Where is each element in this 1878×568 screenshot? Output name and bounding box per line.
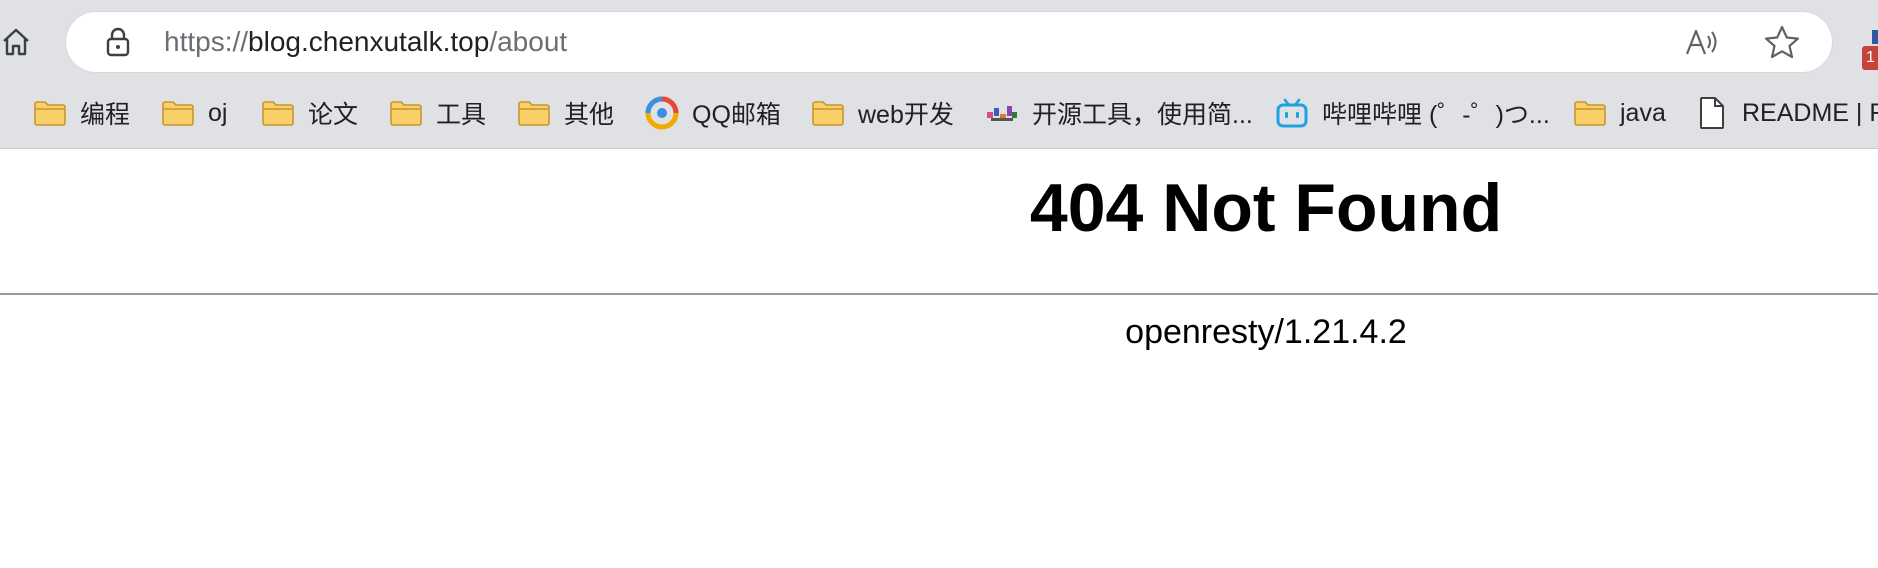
bookmark-folder-gongju[interactable]: 工具: [388, 88, 486, 138]
bookmark-label: 编程: [80, 101, 131, 129]
page-content: 404 Not Found openresty/1.21.4.2: [0, 149, 1878, 568]
bookmark-open-source-tools[interactable]: 开源工具，使用简...: [984, 88, 1253, 138]
bookmark-folder-oj[interactable]: oj: [160, 88, 227, 138]
home-icon[interactable]: [0, 20, 32, 64]
bookmark-folder-web[interactable]: web开发: [810, 88, 954, 138]
bookmark-label: web开发: [858, 101, 954, 129]
read-aloud-icon[interactable]: [1680, 22, 1724, 62]
bookmark-bilibili[interactable]: 哔哩哔哩 (゜-゜)つ...: [1274, 88, 1550, 138]
error-heading: 404 Not Found: [1029, 170, 1503, 246]
bookmark-label: QQ邮箱: [692, 101, 781, 129]
server-signature: openresty/1.21.4.2: [1125, 313, 1407, 351]
bookmark-label: 开源工具，使用简...: [1032, 101, 1253, 129]
url-scheme: https://: [164, 26, 249, 57]
horizontal-rule: [0, 293, 1878, 295]
qq-mail-icon: [644, 95, 680, 131]
bookmark-qq-mail[interactable]: QQ邮箱: [644, 88, 781, 138]
bookmark-label: 其他: [564, 101, 615, 129]
bookmark-label: 工具: [436, 101, 487, 129]
bookmarks-bar: 编程 oj 论文 工具 其他 QQ邮箱 web开发 开源工具，使用简... 哔哩…: [0, 88, 1878, 138]
bookmark-folder-biancheng[interactable]: 编程: [32, 88, 130, 138]
bookmark-folder-java[interactable]: java: [1572, 88, 1666, 138]
extension-badge: 1: [1862, 46, 1878, 70]
folder-icon: [260, 95, 296, 131]
favorite-star-icon[interactable]: [1760, 22, 1804, 62]
bookmark-readme[interactable]: README | Ri: [1694, 88, 1878, 138]
document-icon: [1694, 95, 1730, 131]
bookmark-folder-lunwen[interactable]: 论文: [260, 88, 358, 138]
url-text[interactable]: https://blog.chenxutalk.top/about: [164, 23, 567, 61]
folder-icon: [32, 95, 68, 131]
bookmark-label: 论文: [308, 101, 359, 129]
folder-icon: [388, 95, 424, 131]
browser-toolbar: https://blog.chenxutalk.top/about 1 编程 o…: [0, 0, 1878, 149]
url-path: /about: [489, 26, 568, 57]
bookmark-label: README | Ri: [1742, 98, 1878, 127]
bookmark-label: 哔哩哔哩 (゜-゜)つ...: [1322, 101, 1550, 129]
lock-icon[interactable]: [100, 24, 136, 60]
extension-icon[interactable]: [1872, 30, 1878, 44]
bookmark-label: java: [1620, 98, 1666, 127]
bookmark-label: oj: [208, 98, 228, 127]
folder-icon: [516, 95, 552, 131]
url-host: blog.chenxutalk.top: [248, 26, 490, 57]
folder-icon: [1572, 95, 1608, 131]
bilibili-icon: [1274, 95, 1310, 131]
bookmark-folder-qita[interactable]: 其他: [516, 88, 614, 138]
folder-icon: [810, 95, 846, 131]
site-favicon-icon: [984, 95, 1020, 131]
folder-icon: [160, 95, 196, 131]
